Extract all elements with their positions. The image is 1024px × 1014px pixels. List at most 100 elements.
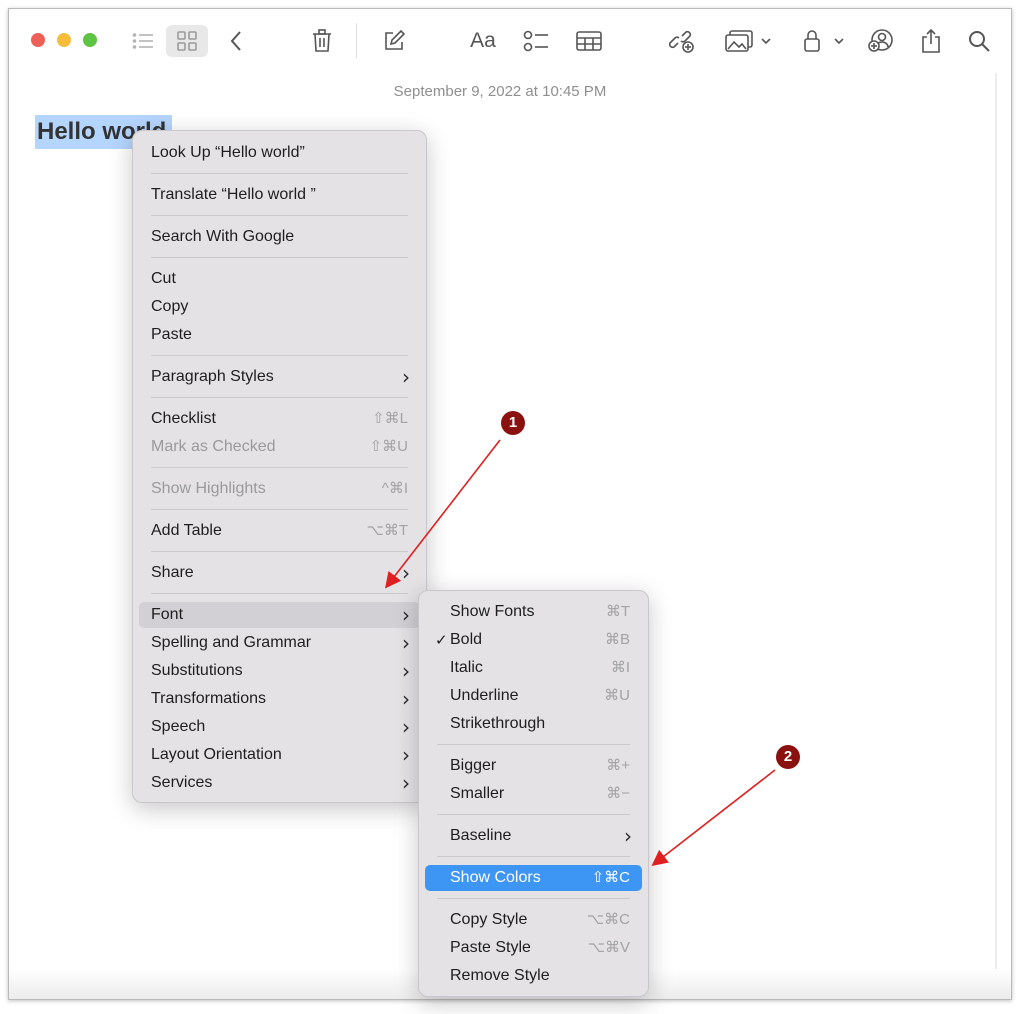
menu-item-speech[interactable]: Speech › xyxy=(139,714,420,740)
menu-item-smaller[interactable]: Smaller ⌘− xyxy=(425,781,642,807)
menu-item-look-up[interactable]: Look Up “Hello world” xyxy=(139,140,420,166)
shortcut-label: ^⌘I xyxy=(381,480,408,497)
menu-item-paragraph-styles[interactable]: Paragraph Styles › xyxy=(139,364,420,390)
menu-item-label: Paste xyxy=(151,326,192,343)
maximize-window-button[interactable] xyxy=(83,33,97,47)
toolbar-separator xyxy=(356,23,357,59)
menu-item-font[interactable]: Font › xyxy=(139,602,420,628)
menu-item-copy-style[interactable]: Copy Style ⌥⌘C xyxy=(425,907,642,933)
context-menu: Look Up “Hello world” Translate “Hello w… xyxy=(132,130,427,803)
menu-separator xyxy=(151,467,408,468)
chevron-right-icon: › xyxy=(402,603,410,627)
menu-item-label: Spelling and Grammar xyxy=(151,634,312,651)
menu-separator xyxy=(151,593,408,594)
collaborate-icon[interactable] xyxy=(666,25,698,57)
menu-item-add-table[interactable]: Add Table ⌥⌘T xyxy=(139,518,420,544)
menu-item-label: Show Fonts xyxy=(450,603,535,620)
search-icon[interactable] xyxy=(965,25,993,57)
shortcut-label: ⌘T xyxy=(605,603,630,620)
toolbar: Aa xyxy=(9,9,1011,73)
menu-item-label: Share xyxy=(151,564,194,581)
menu-separator xyxy=(151,173,408,174)
checklist-icon[interactable] xyxy=(521,25,551,57)
menu-item-label: Layout Orientation xyxy=(151,746,282,763)
menu-item-mark-as-checked: Mark as Checked ⇧⌘U xyxy=(139,434,420,460)
media-icon[interactable] xyxy=(722,25,774,57)
chevron-right-icon: › xyxy=(624,824,632,848)
chevron-right-icon: › xyxy=(402,631,410,655)
menu-item-label: Smaller xyxy=(450,785,505,802)
chevron-right-icon: › xyxy=(402,365,410,389)
menu-item-italic[interactable]: Italic ⌘I xyxy=(425,655,642,681)
menu-item-copy[interactable]: Copy xyxy=(139,294,420,320)
shortcut-label: ⇧⌘C xyxy=(591,869,630,886)
menu-item-label: Show Colors xyxy=(450,869,541,886)
menu-item-show-highlights: Show Highlights ^⌘I xyxy=(139,476,420,502)
menu-item-search-google[interactable]: Search With Google xyxy=(139,224,420,250)
back-icon[interactable] xyxy=(223,25,249,57)
menu-item-label: Copy Style xyxy=(450,911,528,928)
menu-separator xyxy=(151,551,408,552)
table-icon[interactable] xyxy=(574,25,604,57)
menu-item-checklist[interactable]: Checklist ⇧⌘L xyxy=(139,406,420,432)
menu-item-underline[interactable]: Underline ⌘U xyxy=(425,683,642,709)
menu-item-label: Show Highlights xyxy=(151,480,266,497)
menu-item-share[interactable]: Share › xyxy=(139,560,420,586)
menu-item-label: Baseline xyxy=(450,827,512,844)
menu-item-label: Speech xyxy=(151,718,206,735)
menu-item-label: Paste Style xyxy=(450,939,531,956)
menu-item-label: Substitutions xyxy=(151,662,243,679)
menu-item-label: Copy xyxy=(151,298,189,315)
export-icon[interactable] xyxy=(917,25,945,57)
menu-item-bold[interactable]: ✓ Bold ⌘B xyxy=(425,627,642,653)
menu-item-label: Services xyxy=(151,774,213,791)
scrollbar[interactable] xyxy=(995,73,997,973)
compose-icon[interactable] xyxy=(379,25,409,57)
chevron-right-icon: › xyxy=(402,687,410,711)
format-text-icon[interactable]: Aa xyxy=(465,25,501,57)
checkmark-icon: ✓ xyxy=(435,631,448,649)
menu-item-label: Checklist xyxy=(151,410,216,427)
chevron-right-icon: › xyxy=(402,715,410,739)
shortcut-label: ⌘I xyxy=(610,659,630,676)
menu-item-bigger[interactable]: Bigger ⌘+ xyxy=(425,753,642,779)
menu-item-paste[interactable]: Paste xyxy=(139,322,420,348)
menu-item-translate[interactable]: Translate “Hello world ” xyxy=(139,182,420,208)
menu-item-show-fonts[interactable]: Show Fonts ⌘T xyxy=(425,599,642,625)
menu-separator xyxy=(151,257,408,258)
menu-item-strikethrough[interactable]: Strikethrough xyxy=(425,711,642,737)
menu-item-label: Italic xyxy=(450,659,483,676)
menu-item-baseline[interactable]: Baseline › xyxy=(425,823,642,849)
close-window-button[interactable] xyxy=(31,33,45,47)
menu-item-remove-style[interactable]: Remove Style xyxy=(425,963,642,989)
menu-item-spelling-grammar[interactable]: Spelling and Grammar › xyxy=(139,630,420,656)
shortcut-label: ⌘B xyxy=(604,631,630,648)
menu-item-paste-style[interactable]: Paste Style ⌥⌘V xyxy=(425,935,642,961)
lock-icon[interactable] xyxy=(801,25,847,57)
menu-item-label: Strikethrough xyxy=(450,715,546,732)
menu-item-show-colors[interactable]: Show Colors ⇧⌘C xyxy=(425,865,642,891)
menu-separator xyxy=(437,744,630,745)
gallery-view-icon[interactable] xyxy=(166,25,208,57)
share-note-icon[interactable] xyxy=(865,25,897,57)
menu-item-layout-orientation[interactable]: Layout Orientation › xyxy=(139,742,420,768)
menu-item-label: Transformations xyxy=(151,690,266,707)
annotation-badge-2: 2 xyxy=(776,745,800,769)
minimize-window-button[interactable] xyxy=(57,33,71,47)
menu-item-substitutions[interactable]: Substitutions › xyxy=(139,658,420,684)
menu-separator xyxy=(437,898,630,899)
trash-icon[interactable] xyxy=(307,25,337,57)
menu-item-label: Search With Google xyxy=(151,228,295,245)
menu-separator xyxy=(151,397,408,398)
menu-item-label: Cut xyxy=(151,270,176,287)
list-view-icon[interactable] xyxy=(127,25,159,57)
menu-item-cut[interactable]: Cut xyxy=(139,266,420,292)
menu-item-label: Bold xyxy=(450,631,483,648)
chevron-right-icon: › xyxy=(402,743,410,767)
note-date: September 9, 2022 at 10:45 PM xyxy=(393,83,607,100)
menu-item-label: Add Table xyxy=(151,522,222,539)
menu-item-services[interactable]: Services › xyxy=(139,770,420,796)
menu-item-transformations[interactable]: Transformations › xyxy=(139,686,420,712)
menu-item-label: Bigger xyxy=(450,757,497,774)
menu-item-label: Look Up “Hello world” xyxy=(151,144,305,161)
